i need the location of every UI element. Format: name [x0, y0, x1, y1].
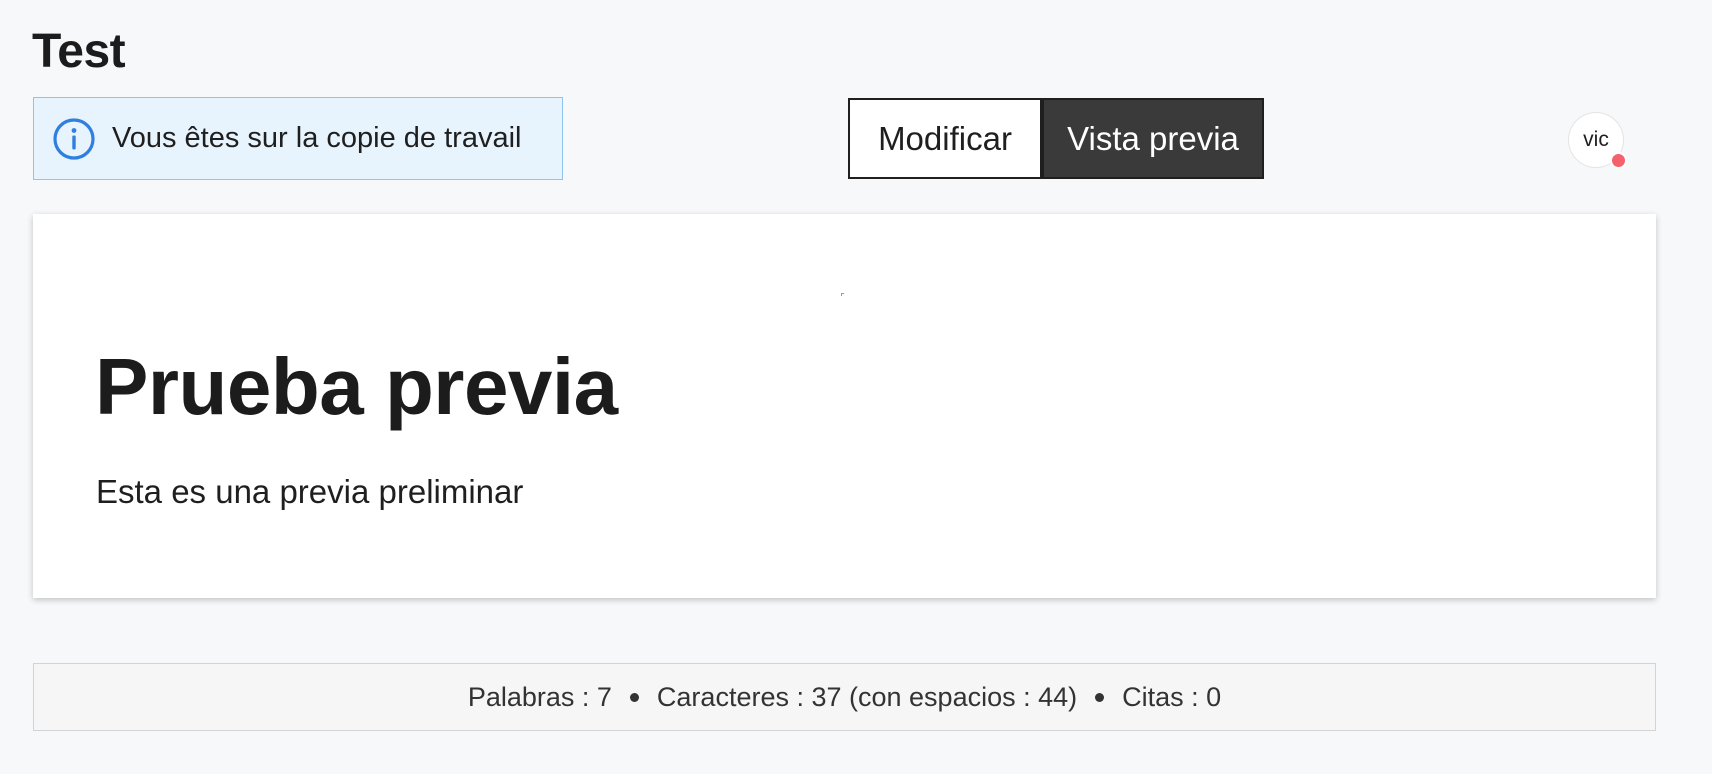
editor-page: Test Vous êtes sur la copie de travail M… — [0, 0, 1712, 774]
separator-dot — [1095, 692, 1105, 702]
edit-mode-button[interactable]: Modificar — [848, 98, 1042, 179]
document-heading: Prueba previa — [95, 342, 618, 431]
character-count: Caracteres : 37 (con espacios : 44) — [656, 681, 1078, 712]
info-icon — [52, 117, 96, 161]
citation-count: Citas : 0 — [1122, 681, 1222, 712]
working-copy-banner: Vous êtes sur la copie de travail — [33, 97, 563, 180]
document-preview: Prueba previa Esta es una previa prelimi… — [33, 214, 1656, 598]
page-title: Test — [32, 25, 126, 78]
separator-dot — [629, 692, 639, 702]
user-avatar[interactable]: vic — [1568, 112, 1627, 169]
avatar-label: vic — [1583, 128, 1609, 151]
corner-mark — [841, 293, 844, 296]
word-count: Palabras : 7 — [467, 681, 612, 712]
mode-switch: Modificar Vista previa — [848, 98, 1264, 179]
document-paragraph: Esta es una previa preliminar — [96, 473, 524, 510]
banner-text: Vous êtes sur la copie de travail — [112, 122, 522, 154]
presence-indicator — [1610, 152, 1627, 169]
document-stats-bar: Palabras : 7 Caracteres : 37 (con espaci… — [33, 663, 1656, 731]
preview-mode-button[interactable]: Vista previa — [1042, 98, 1264, 179]
